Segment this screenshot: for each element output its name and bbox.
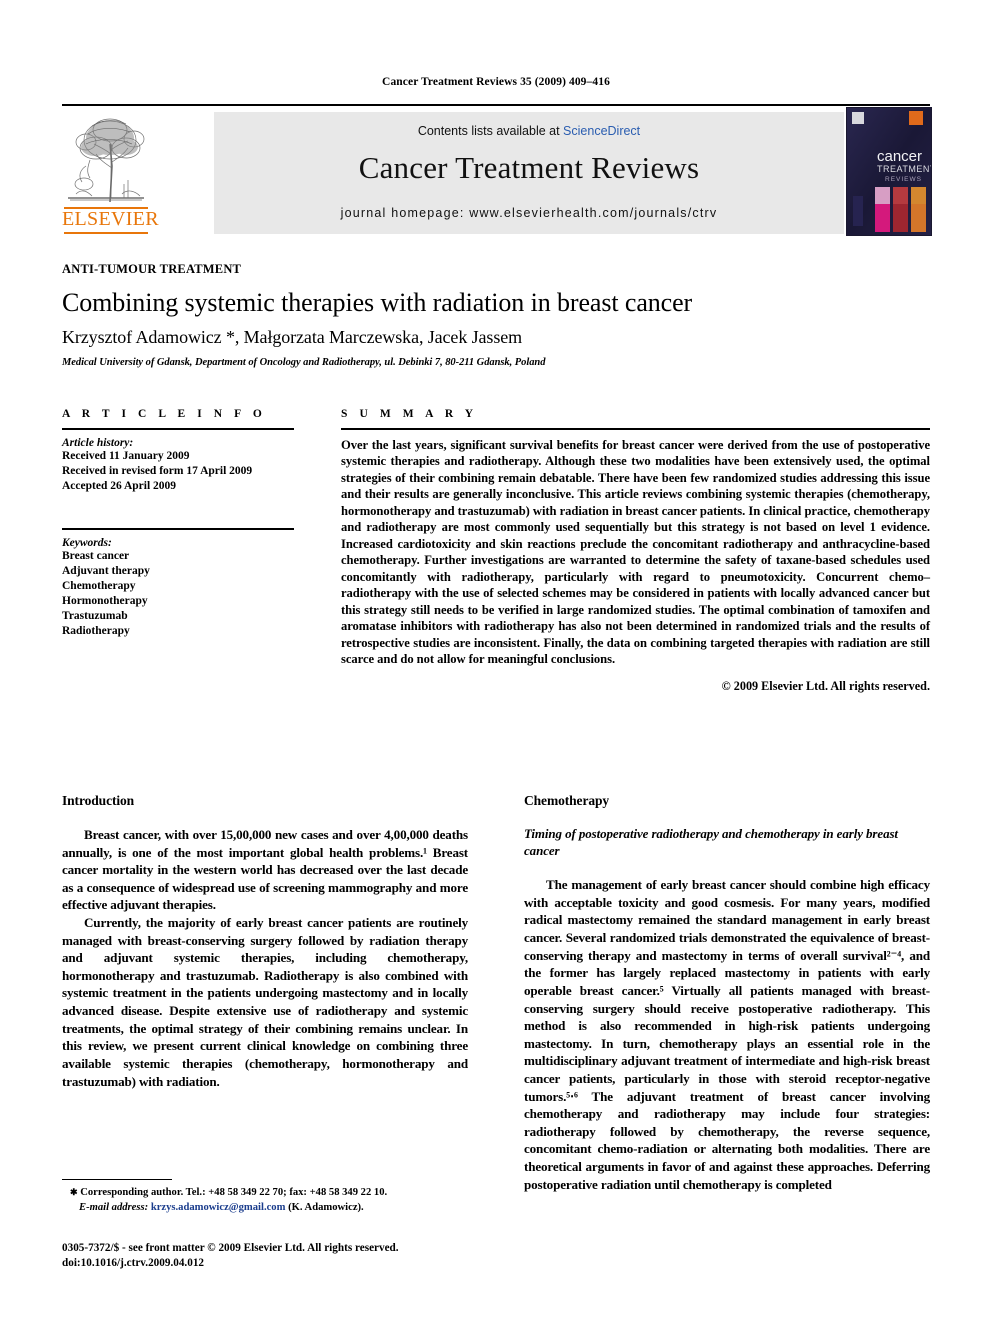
keywords-label: Keywords: [62,536,112,549]
svg-text:REVIEWS: REVIEWS [885,176,922,183]
paragraph: Currently, the majority of early breast … [62,915,468,1089]
article-history-accepted: Accepted 26 April 2009 [62,479,177,492]
email-link[interactable]: krzys.adamowicz@gmail.com [151,1202,286,1213]
keyword-item: Hormonotherapy [62,595,148,608]
journal-cover-thumbnail: cancer TREATMENT REVIEWS [846,107,932,236]
journal-title: Cancer Treatment Reviews [358,150,700,185]
sciencedirect-link[interactable]: ScienceDirect [563,124,640,138]
masthead-top-rule [62,104,930,106]
journal-homepage: journal homepage: www.elsevierhealth.com… [340,206,718,220]
contents-prefix: Contents lists available at [417,124,564,138]
contents-available-line: Contents lists available at ScienceDirec… [214,124,844,138]
elsevier-wordmark: ELSEVIER [62,208,159,230]
copyright-line: © 2009 Elsevier Ltd. All rights reserved… [721,678,930,693]
keyword-item: Trastuzumab [62,610,128,623]
summary-rule [341,428,930,430]
issn-block: 0305-7372/$ - see front matter © 2009 El… [62,1241,562,1271]
elsevier-tree-icon [66,114,146,206]
email-attribution: (K. Adamowicz). [288,1201,364,1213]
footnote-block: ✱ Corresponding author. Tel.: +48 58 349… [62,1179,468,1216]
abstract-text: Over the last years, significant surviva… [341,437,930,667]
author-list: Krzysztof Adamowicz *, Małgorzata Marcze… [62,327,523,347]
keywords-rule [62,528,294,530]
article-history-label: Article history: [62,436,134,449]
subheading-timing: Timing of postoperative radiotherapy and… [524,826,898,858]
keyword-item: Radiotherapy [62,625,130,638]
email-note: E-mail address: krzys.adamowicz@gmail.co… [62,1201,468,1216]
footnote-rule [62,1179,172,1181]
doi-line: doi:10.1016/j.ctrv.2009.04.012 [62,1256,205,1269]
elsevier-rule-bottom [64,232,148,234]
paragraph: The management of early breast cancer sh… [524,877,930,1192]
article-info-block: A R T I C L E I N F O Article history: R… [62,408,294,640]
keyword-item: Adjuvant therapy [62,564,150,577]
svg-text:TREATMENT: TREATMENT [877,164,931,174]
running-head: Cancer Treatment Reviews 35 (2009) 409–4… [382,76,610,88]
article-info-rule [62,428,294,430]
heading-chemotherapy: Chemotherapy [524,793,610,808]
page-title: Combining systemic therapies with radiat… [62,288,693,317]
keyword-item: Breast cancer [62,549,130,562]
article-page: Cancer Treatment Reviews 35 (2009) 409–4… [0,0,992,1323]
corresponding-author-text: Corresponding author. Tel.: +48 58 349 2… [80,1187,388,1199]
section-kicker: ANTI-TUMOUR TREATMENT [62,262,242,276]
affiliation: Medical University of Gdansk, Department… [62,357,546,368]
paragraph: Breast cancer, with over 15,00,000 new c… [62,827,468,913]
keyword-item: Chemotherapy [62,579,136,592]
issn-line: 0305-7372/$ - see front matter © 2009 El… [62,1242,399,1254]
svg-text:cancer: cancer [877,148,922,165]
article-history-revised: Received in revised form 17 April 2009 [62,464,253,477]
elsevier-logo: ELSEVIER [62,112,159,234]
body-column-right: Chemotherapy Timing of postoperative rad… [524,793,930,1193]
article-history-received: Received 11 January 2009 [62,449,190,462]
corresponding-author-note: ✱ Corresponding author. Tel.: +48 58 349… [62,1186,468,1201]
summary-block: S U M M A R Y Over the last years, signi… [341,408,930,694]
summary-heading: S U M M A R Y [341,408,478,420]
body-column-left: Introduction Breast cancer, with over 15… [62,793,468,1090]
journal-band: Contents lists available at ScienceDirec… [214,112,844,234]
article-info-heading: A R T I C L E I N F O [62,408,267,420]
heading-introduction: Introduction [62,793,135,808]
asterisk-icon: ✱ [70,1187,78,1198]
journal-masthead: ELSEVIER Contents lists available at Sci… [62,104,932,236]
email-label: E-mail address: [79,1201,149,1213]
